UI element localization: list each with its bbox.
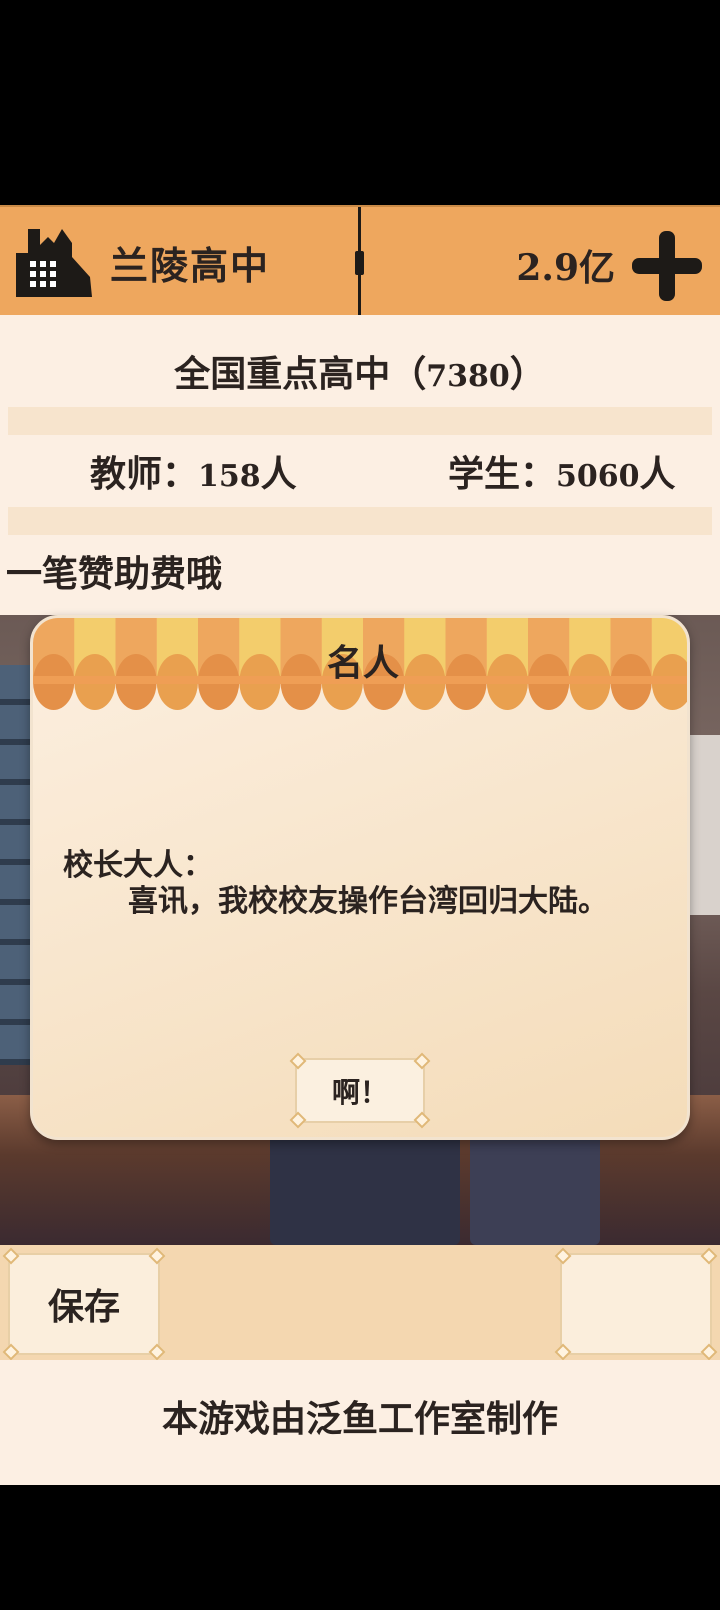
credit-text: 本游戏由泛鱼工作室制作 bbox=[161, 1399, 558, 1440]
footer: 本游戏由泛鱼工作室制作 bbox=[0, 1360, 720, 1485]
school-name: 兰陵高中 bbox=[110, 244, 271, 288]
confirm-label: 啊！ bbox=[331, 1075, 388, 1109]
corner-ornament bbox=[554, 1343, 572, 1361]
add-money-button[interactable] bbox=[630, 229, 704, 303]
info-panel: 全国重点高中（7380） 教师：158人 学生：5060人 一笔赞助费哦 bbox=[0, 315, 720, 615]
corner-ornament bbox=[413, 1052, 431, 1070]
money-amount: 2.9亿 bbox=[516, 247, 615, 289]
save-button[interactable]: 保存 bbox=[2, 1247, 166, 1361]
event-message: 一笔赞助费哦 bbox=[6, 554, 223, 595]
school-building-icon bbox=[16, 229, 92, 297]
teachers-label: 教师： bbox=[90, 454, 199, 495]
menu-button[interactable] bbox=[554, 1247, 718, 1361]
corner-ornament bbox=[289, 1052, 307, 1070]
top-bar: 兰陵高中 2.9亿 bbox=[0, 205, 720, 317]
rank-title: 全国重点高中 bbox=[174, 354, 391, 395]
teachers-unit: 人 bbox=[260, 454, 297, 495]
corner-ornament bbox=[148, 1343, 166, 1361]
bottom-bar: 保存 bbox=[0, 1245, 720, 1361]
bookshelf bbox=[0, 665, 32, 1065]
corner-ornament bbox=[2, 1247, 20, 1265]
window bbox=[690, 735, 720, 915]
dialog-title: 名人 bbox=[326, 643, 399, 684]
corner-ornament bbox=[413, 1111, 431, 1129]
school-rank: 全国重点高中（7380） bbox=[0, 345, 720, 397]
rank-value: 7380 bbox=[426, 359, 510, 394]
info-separator bbox=[8, 407, 712, 435]
corner-ornament bbox=[700, 1343, 718, 1361]
students-unit: 人 bbox=[639, 454, 676, 495]
corner-ornament bbox=[554, 1247, 572, 1265]
students-value: 5060 bbox=[556, 459, 640, 494]
save-label: 保存 bbox=[47, 1287, 120, 1328]
corner-ornament bbox=[148, 1247, 166, 1265]
corner-ornament bbox=[289, 1111, 307, 1129]
students-label: 学生： bbox=[448, 454, 557, 495]
corner-ornament bbox=[700, 1247, 718, 1265]
confirm-button[interactable]: 啊！ bbox=[289, 1052, 431, 1129]
corner-ornament bbox=[2, 1343, 20, 1361]
letter-body: 喜讯，我校校友操作台湾回归大陆。 bbox=[128, 884, 608, 919]
teacher-count: 教师：158人 bbox=[90, 445, 297, 497]
teachers-value: 158 bbox=[198, 459, 261, 494]
rank-paren-open: （ bbox=[390, 354, 427, 395]
celebrity-dialog: 名人 校长大人： 喜讯，我校校友操作台湾回归大陆。 啊！ bbox=[30, 615, 690, 1140]
chair bbox=[470, 1135, 600, 1245]
info-separator bbox=[8, 507, 712, 535]
student-count: 学生：5060人 bbox=[448, 445, 676, 497]
divider-handle bbox=[355, 251, 364, 275]
plus-icon bbox=[632, 231, 702, 301]
rank-paren-close: ） bbox=[509, 354, 546, 395]
